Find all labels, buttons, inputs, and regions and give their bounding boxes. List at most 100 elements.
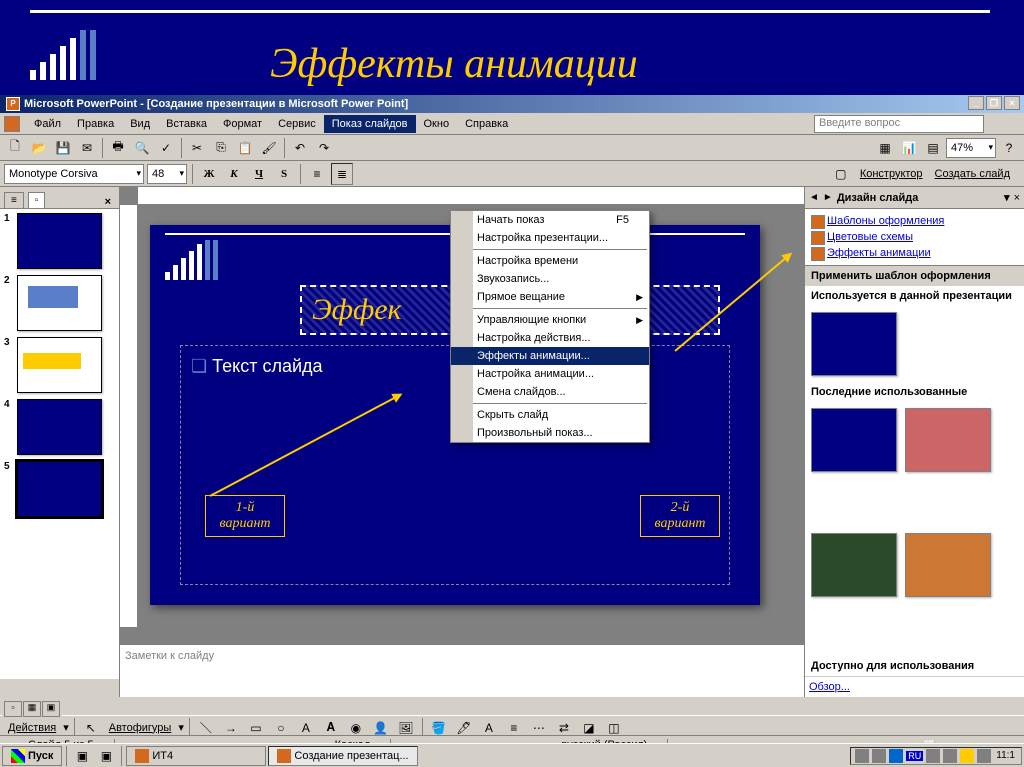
italic-button[interactable]: К [223,163,245,185]
taskpane-header[interactable]: ◄ ► Дизайн слайда ▾ × [805,187,1024,209]
taskpane-dropdown-icon[interactable]: ▾ [1004,191,1010,204]
align-left-button[interactable]: ≡ [306,163,328,185]
menu-item[interactable]: Прямое вещание▶ [451,288,649,306]
paste-button[interactable]: 📋 [234,137,256,159]
tray-icon[interactable] [977,749,991,763]
help-question-input[interactable]: Введите вопрос [814,115,984,133]
template-thumbnail[interactable] [811,408,897,472]
menu-item[interactable]: Настройка действия... [451,329,649,347]
align-center-button[interactable]: ≣ [331,163,353,185]
format-painter-button[interactable]: 🖌 [258,137,280,159]
tray-icon[interactable] [926,749,940,763]
menu-item[interactable]: Начать показF5 [451,211,649,229]
browse-link[interactable]: Обзор... [805,676,1024,697]
email-button[interactable]: ✉ [76,137,98,159]
chart-button[interactable]: 📊 [898,137,920,159]
new-button[interactable]: 🗋 [4,137,26,159]
preview-button[interactable]: 🔍 [131,137,153,159]
titlebar[interactable]: P Microsoft PowerPoint - [Создание презе… [0,95,1024,113]
autoshapes-menu[interactable]: Автофигуры [105,720,176,736]
undo-button[interactable]: ↶ [289,137,311,159]
thumbnail-3[interactable]: 3 [4,337,115,393]
menu-item[interactable]: Настройка презентации... [451,229,649,247]
menu-item[interactable]: Смена слайдов... [451,383,649,401]
tray-icon[interactable] [889,749,903,763]
minimize-button[interactable]: _ [968,96,984,110]
taskpane-fwd-icon[interactable]: ► [823,192,833,203]
newslide-button[interactable]: Создать слайд [931,166,1014,182]
language-indicator[interactable]: RU [906,751,923,761]
tables-button[interactable]: ▦ [874,137,896,159]
taskbar-task[interactable]: ИТ4 [126,746,266,766]
menu-format[interactable]: Формат [215,115,270,133]
spelling-button[interactable]: ✓ [155,137,177,159]
slide-title-text[interactable]: Эффек [312,293,402,327]
menu-slideshow[interactable]: Показ слайдов [324,115,416,133]
menu-insert[interactable]: Вставка [158,115,215,133]
template-current[interactable] [811,312,897,376]
link-color-schemes[interactable]: Цветовые схемы [809,229,1020,245]
quicklaunch-icon[interactable]: ▣ [95,745,117,767]
taskpane-back-icon[interactable]: ◄ [809,192,819,203]
template-thumbnail[interactable] [905,408,991,472]
view-slideshow-button[interactable]: ▣ [42,701,60,717]
cut-button[interactable]: ✂ [186,137,208,159]
print-button[interactable]: 🖶 [107,137,129,159]
tab-outline[interactable]: ≡ [4,192,24,208]
tray-icon[interactable] [872,749,886,763]
start-button[interactable]: Пуск [2,746,62,766]
link-animation-effects[interactable]: Эффекты анимации [809,245,1020,261]
thumbnail-list[interactable]: 1 2 3 4 5 [0,209,119,679]
menu-item[interactable]: Настройка времени [451,252,649,270]
menu-item[interactable]: Настройка анимации... [451,365,649,383]
copy-button[interactable]: ⎘ [210,137,232,159]
quicklaunch-icon[interactable]: ▣ [71,745,93,767]
thumbnail-1[interactable]: 1 [4,213,115,269]
tray-icon[interactable] [960,749,974,763]
menu-window[interactable]: Окно [416,115,458,133]
tab-slides[interactable]: ▫ [28,192,46,208]
menu-item[interactable]: Произвольный показ... [451,424,649,442]
tray-icon[interactable] [943,749,957,763]
view-normal-button[interactable]: ▫ [4,701,22,717]
underline-button[interactable]: Ч [248,163,270,185]
doc-sysmenu-icon[interactable] [4,116,20,132]
open-button[interactable]: 📂 [28,137,50,159]
template-thumbnail[interactable] [811,533,897,597]
thumbnail-5[interactable]: 5 [4,461,115,517]
tray-icon[interactable] [855,749,869,763]
designer-button[interactable]: Конструктор [856,166,927,182]
menu-item[interactable]: Эффекты анимации... [451,347,649,365]
thumbnail-4[interactable]: 4 [4,399,115,455]
menu-item[interactable]: Звукозапись... [451,270,649,288]
menu-item[interactable]: Скрыть слайд [451,406,649,424]
tab-close-button[interactable]: × [101,196,115,208]
clock[interactable]: 11:1 [994,750,1017,761]
menu-edit[interactable]: Правка [69,115,122,133]
taskpane-close-button[interactable]: × [1014,192,1020,204]
close-button[interactable]: × [1004,96,1020,110]
fontsize-combo[interactable]: 48 [147,164,187,184]
notes-pane[interactable]: Заметки к слайду [120,642,804,697]
font-combo[interactable]: Monotype Corsiva [4,164,144,184]
slideshow-icon[interactable]: ▢ [830,163,852,185]
menu-file[interactable]: Файл [26,115,69,133]
color-button[interactable]: ▤ [922,137,944,159]
save-button[interactable]: 💾 [52,137,74,159]
taskbar-task[interactable]: Создание презентац... [268,746,417,766]
help-button[interactable]: ? [998,137,1020,159]
view-sorter-button[interactable]: ▦ [23,701,41,717]
shadow-button[interactable]: S [273,163,295,185]
menu-help[interactable]: Справка [457,115,516,133]
template-thumbnail[interactable] [905,533,991,597]
menu-view[interactable]: Вид [122,115,158,133]
bold-button[interactable]: Ж [198,163,220,185]
link-templates[interactable]: Шаблоны оформления [809,213,1020,229]
thumbnail-2[interactable]: 2 [4,275,115,331]
zoom-combo[interactable]: 47% [946,138,996,158]
redo-button[interactable]: ↷ [313,137,335,159]
menu-tools[interactable]: Сервис [270,115,324,133]
draw-actions-menu[interactable]: Действия [4,720,60,736]
restore-button[interactable]: ❐ [986,96,1002,110]
menu-item[interactable]: Управляющие кнопки▶ [451,311,649,329]
